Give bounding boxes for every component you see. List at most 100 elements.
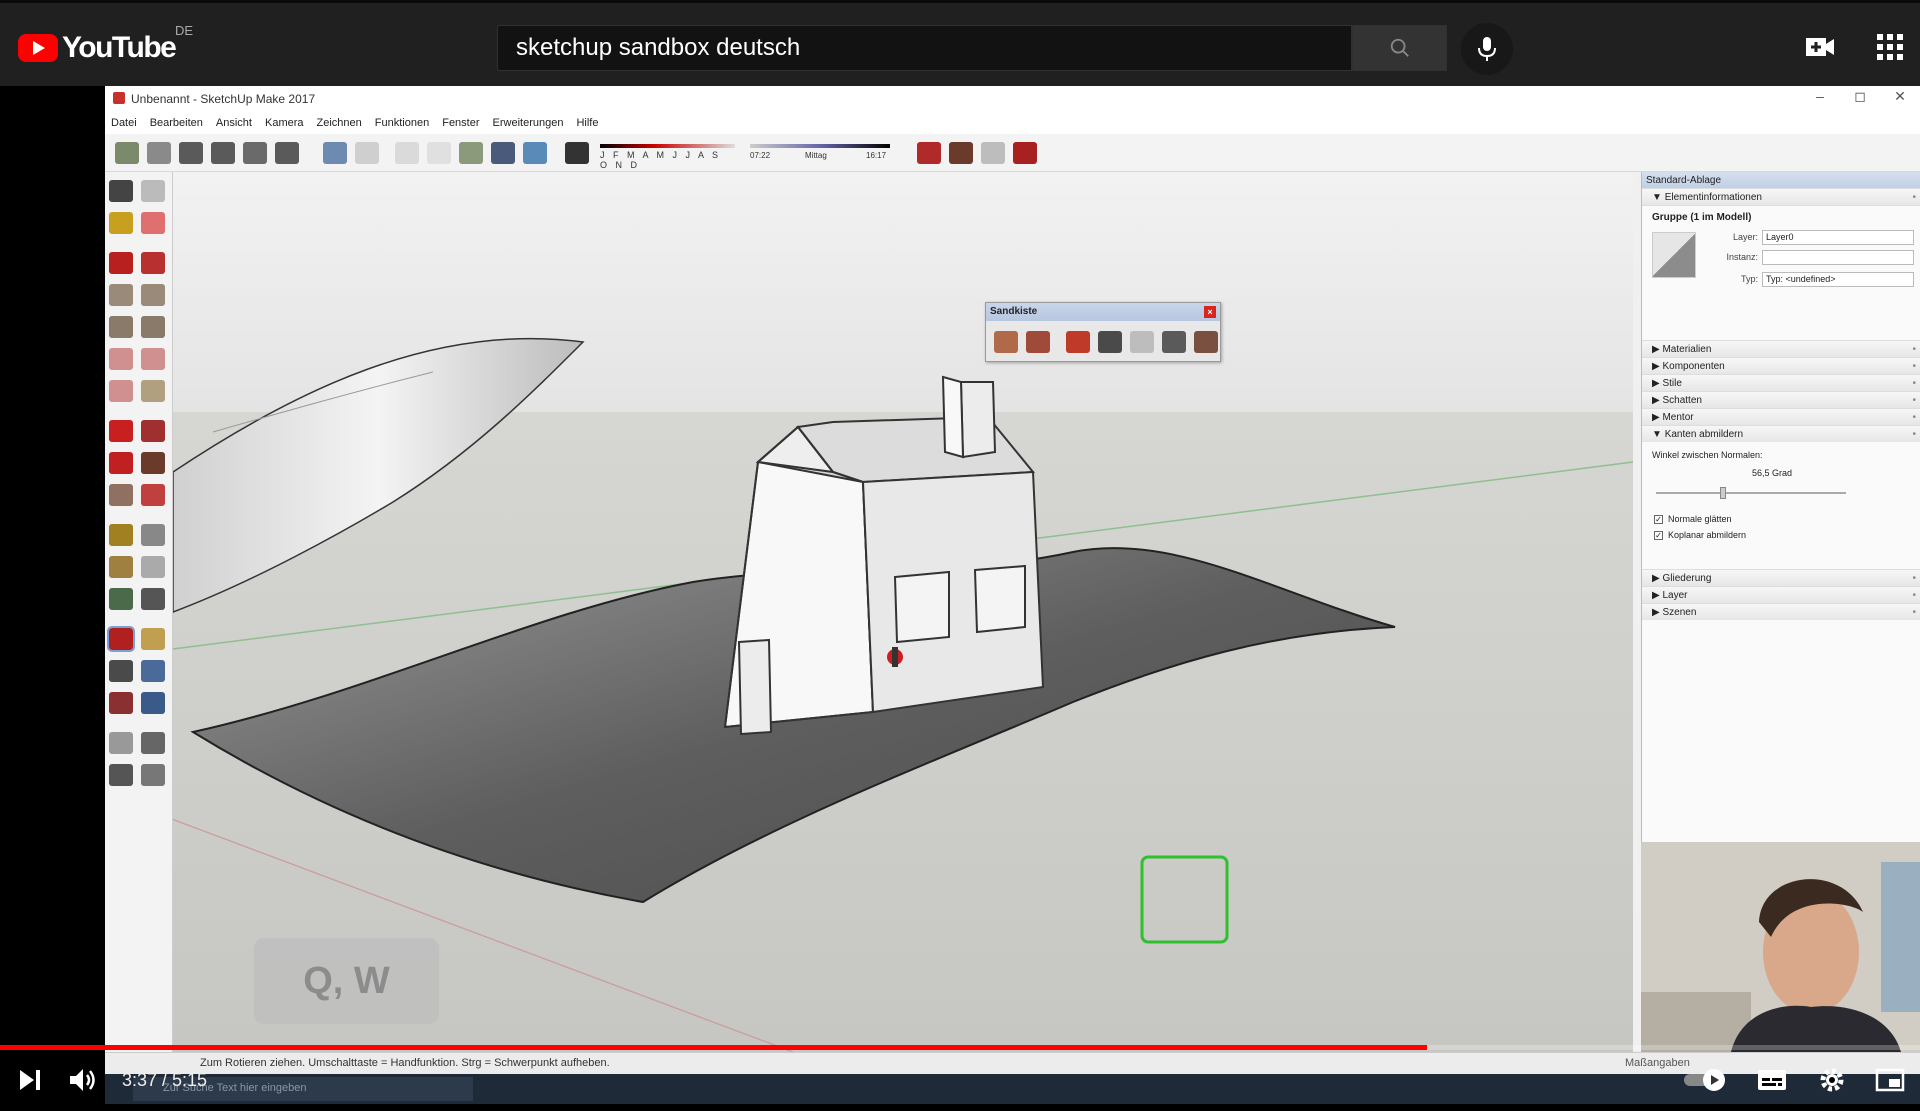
sketchup-viewport[interactable]: Sandkiste × <box>173 172 1633 1052</box>
voice-search-button[interactable] <box>1461 23 1513 75</box>
warehouse-icon <box>917 142 941 164</box>
soften-edges-panel: Winkel zwischen Normalen: 56,5 Grad ✓ Nor… <box>1642 442 1920 569</box>
axes-tool-icon <box>109 588 133 610</box>
miniplayer-icon <box>1875 1068 1905 1092</box>
section-scenes: ▶ Szenen • <box>1642 603 1920 620</box>
section-label: Mentor <box>1662 412 1694 423</box>
menu-hilfe: Hilfe <box>576 117 599 129</box>
gear-icon <box>1820 1068 1844 1092</box>
next-button[interactable] <box>10 1060 50 1100</box>
polygon-tool-icon <box>141 316 165 338</box>
settings-button[interactable] <box>1812 1060 1852 1100</box>
webcam-overlay <box>1641 842 1920 1052</box>
style-icon <box>427 142 451 164</box>
zoom-extents-icon <box>109 692 133 714</box>
group-title: Gruppe (1 im Modell) <box>1652 212 1752 223</box>
add-detail-icon <box>1162 331 1186 353</box>
push-pull-icon <box>141 420 165 442</box>
checkbox-label: Koplanar abmildern <box>1668 530 1747 540</box>
component-tool-icon <box>141 180 165 202</box>
line-tool-icon <box>109 252 133 274</box>
style-icon <box>355 142 379 164</box>
sandbox-toolbar: Sandkiste × <box>985 302 1221 362</box>
type-select: Typ: <undefined> <box>1762 272 1914 287</box>
sketchup-menubar: Datei Bearbeiten Ansicht Kamera Zeichnen… <box>105 112 1920 134</box>
home-icon <box>179 142 203 164</box>
shadow-icon <box>565 142 589 164</box>
drape-icon <box>1130 331 1154 353</box>
smooth-normals-checkbox: ✓ Normale glätten <box>1654 514 1732 524</box>
search-box <box>497 25 1352 71</box>
type-label: Typ: <box>1740 274 1758 284</box>
section-label: Stile <box>1662 378 1682 389</box>
menu-funktionen: Funktionen <box>374 117 430 129</box>
volume-icon <box>70 1069 95 1091</box>
checkbox-label: Normale glätten <box>1668 514 1732 524</box>
sandbox-from-contours-icon <box>994 331 1018 353</box>
section-label: Materialien <box>1662 344 1712 355</box>
video-camera-plus-icon <box>1806 38 1834 56</box>
flip-edge-icon <box>1194 331 1218 353</box>
menu-erweiterungen: Erweiterungen <box>492 117 564 129</box>
scale-tool-icon <box>109 484 133 506</box>
video-player[interactable]: Unbenannt - SketchUp Make 2017 – ◻ ✕ Dat… <box>0 86 1920 1111</box>
logo-text: YouTube <box>62 31 177 64</box>
keystroke-overlay: Q, W <box>254 938 439 1024</box>
entity-thumbnail <box>1652 232 1696 278</box>
extension-icon <box>981 142 1005 164</box>
mute-button[interactable] <box>62 1060 106 1100</box>
rectangle-tool-icon <box>109 284 133 306</box>
style-icon <box>491 142 515 164</box>
shadow-months-label: J F M A M J J A S O N D <box>600 150 722 170</box>
youtube-logo[interactable]: YouTube DE <box>18 23 193 65</box>
freehand-tool-icon <box>141 252 165 274</box>
masthead: YouTube DE <box>0 0 1920 86</box>
sketchup-window-title: Unbenannt - SketchUp Make 2017 <box>131 92 316 106</box>
shadow-months-bar: J F M A M J J A S O N D <box>600 144 735 170</box>
house-icon <box>243 142 267 164</box>
toolbar-icon <box>115 142 139 164</box>
menu-bearbeiten: Bearbeiten <box>149 117 203 129</box>
search-button[interactable] <box>1352 25 1447 71</box>
miniplayer-button[interactable] <box>1870 1060 1910 1100</box>
create-video-button[interactable] <box>1804 33 1836 61</box>
section-label: Szenen <box>1662 607 1697 618</box>
search-input[interactable] <box>498 26 1351 70</box>
model-scene <box>173 172 1633 1052</box>
autoplay-toggle[interactable] <box>1683 1060 1731 1100</box>
follow-me-icon <box>141 452 165 474</box>
section-label: Kanten abmildern <box>1664 429 1744 440</box>
3d-text-icon <box>141 588 165 610</box>
section-label: Komponenten <box>1662 361 1725 372</box>
walk-tool-icon <box>109 764 133 786</box>
player-controls: 3:37 / 5:15 <box>0 1050 1920 1111</box>
section-materials: ▶ Materialien • <box>1642 340 1920 357</box>
move-tool-icon <box>109 420 133 442</box>
apps-grid-button[interactable] <box>1876 33 1904 61</box>
angle-slider <box>1656 492 1846 494</box>
section-label: Elementinformationen <box>1664 192 1762 203</box>
close-icon: ✕ <box>1894 88 1906 104</box>
search-icon <box>1390 38 1409 57</box>
time-end-label: 16:17 <box>866 151 887 160</box>
video-frame: Unbenannt - SketchUp Make 2017 – ◻ ✕ Dat… <box>105 86 1920 1104</box>
protractor-icon <box>109 556 133 578</box>
section-outliner: ▶ Gliederung • <box>1642 569 1920 586</box>
previous-view-icon <box>141 692 165 714</box>
section-styles: ▶ Stile • <box>1642 374 1920 391</box>
youtube-play-icon <box>18 34 58 62</box>
style-icon <box>523 142 547 164</box>
toolbar-icon <box>147 142 171 164</box>
section-plane-icon <box>141 764 165 786</box>
section-shadows: ▶ Schatten • <box>1642 391 1920 408</box>
subtitles-button[interactable] <box>1752 1060 1792 1100</box>
angle-value: 56,5 Grad <box>1752 468 1793 478</box>
sandbox-toolbar-title: Sandkiste <box>990 306 1038 317</box>
ruby-icon <box>1013 142 1037 164</box>
sandbox-toolbar-header: Sandkiste × <box>986 303 1220 321</box>
entity-info-panel: Gruppe (1 im Modell) Layer: Layer0 Insta… <box>1642 205 1920 340</box>
toolbar-icon <box>275 142 299 164</box>
instance-label: Instanz: <box>1726 252 1758 262</box>
menu-ansicht: Ansicht <box>215 117 252 129</box>
arc3-tool-icon <box>109 380 133 402</box>
